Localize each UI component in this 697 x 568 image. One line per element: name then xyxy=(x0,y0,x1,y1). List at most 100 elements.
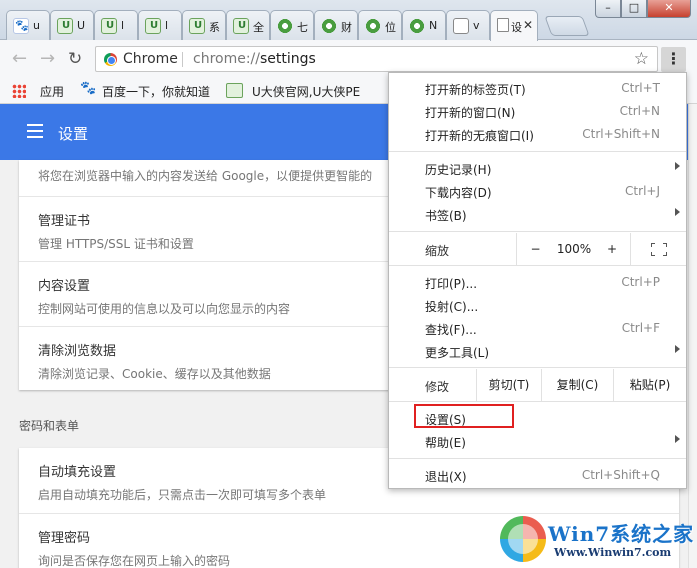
maximize-button[interactable]: □ xyxy=(621,0,647,18)
menu-label: 更多工具(L) xyxy=(425,346,490,360)
page-title: 设置 xyxy=(58,125,89,143)
omnibox-divider xyxy=(182,52,183,67)
menu-label: 历史记录(H) xyxy=(425,163,492,177)
tab-label: u xyxy=(33,19,40,32)
tab-label: l xyxy=(165,19,169,32)
menu-item-new-tab[interactable]: 打开新的标签页(T) Ctrl+T xyxy=(389,77,686,100)
menu-item-exit[interactable]: 退出(X) Ctrl+Shift+Q xyxy=(389,464,686,487)
menu-item-print[interactable]: 打印(P)... Ctrl+P xyxy=(389,271,686,294)
copy-button[interactable]: 复制(C) xyxy=(541,369,613,401)
bookmark-baidu[interactable]: 百度一下，你就知道 xyxy=(102,83,210,100)
uxia-logo-icon xyxy=(226,83,243,98)
tab-strip: u U l l 系 全 七 财 位 N v 设 ✕ xyxy=(0,0,697,41)
green-site-icon xyxy=(277,18,293,34)
omnibox-site-chip: Chrome xyxy=(123,51,178,67)
settings-highlight-box xyxy=(414,404,514,428)
tab-4[interactable]: l xyxy=(138,10,182,40)
menu-shortcut: Ctrl+P xyxy=(621,275,660,289)
new-tab-button[interactable] xyxy=(544,16,590,36)
menu-label: 帮助(E) xyxy=(425,436,466,450)
menu-item-find[interactable]: 查找(F)... Ctrl+F xyxy=(389,317,686,340)
menu-shortcut: Ctrl+Shift+Q xyxy=(581,468,660,482)
menu-item-history[interactable]: 历史记录(H) xyxy=(389,157,686,180)
url-scheme: chrome:// xyxy=(193,51,260,67)
watermark: Win7系统之家 Www.Winwin7.com xyxy=(498,514,695,566)
tab-label: 位 xyxy=(385,21,396,34)
close-button[interactable]: ✕ xyxy=(647,0,691,18)
tab-5[interactable]: 系 xyxy=(182,10,226,40)
omnibox-url[interactable]: chrome://settings xyxy=(193,51,316,67)
chrome-icon xyxy=(104,53,117,66)
tab-label: N xyxy=(429,19,438,32)
tab-settings[interactable]: 设 ✕ xyxy=(490,10,538,41)
tab-7[interactable]: 七 xyxy=(270,10,314,40)
menu-label: 下载内容(D) xyxy=(425,186,492,200)
back-button[interactable]: ← xyxy=(12,49,27,69)
cut-button[interactable]: 剪切(T) xyxy=(476,369,541,401)
uxia-logo-icon xyxy=(57,18,73,34)
paste-button[interactable]: 粘贴(P) xyxy=(613,369,686,401)
uxia-logo-icon xyxy=(101,18,117,34)
menu-item-incognito[interactable]: 打开新的无痕窗口(I) Ctrl+Shift+N xyxy=(389,123,686,146)
page-scrollbar[interactable] xyxy=(688,104,697,568)
bookmark-apps[interactable]: 应用 xyxy=(40,83,64,100)
tab-11[interactable]: v xyxy=(446,10,490,40)
uxia-logo-icon xyxy=(145,18,161,34)
submenu-arrow-icon xyxy=(675,345,680,353)
tab-10[interactable]: N xyxy=(402,10,446,40)
fullscreen-button[interactable] xyxy=(630,233,686,265)
tab-label: 设 xyxy=(511,21,522,34)
menu-divider xyxy=(389,265,686,266)
submenu-arrow-icon xyxy=(675,208,680,216)
menu-item-downloads[interactable]: 下载内容(D) Ctrl+J xyxy=(389,180,686,203)
menu-label: 打开新的标签页(T) xyxy=(425,83,526,97)
menu-divider xyxy=(389,401,686,402)
uxia-logo-icon xyxy=(189,18,205,34)
menu-item-cast[interactable]: 投射(C)... xyxy=(389,294,686,317)
menu-label: 打开新的窗口(N) xyxy=(425,106,516,120)
tab-2[interactable]: U xyxy=(50,10,94,40)
tab-label: 七 xyxy=(297,21,308,34)
tab-9[interactable]: 位 xyxy=(358,10,402,40)
green-site-icon xyxy=(365,18,381,34)
tab-8[interactable]: 财 xyxy=(314,10,358,40)
submenu-arrow-icon xyxy=(675,435,680,443)
menu-divider xyxy=(389,151,686,152)
bookmark-uxia[interactable]: U大侠官网,U大侠PE xyxy=(252,83,360,100)
tab-6[interactable]: 全 xyxy=(226,10,270,40)
tab-label: l xyxy=(121,19,125,32)
menu-divider xyxy=(389,231,686,232)
hamburger-menu-icon[interactable] xyxy=(27,124,43,138)
menu-shortcut: Ctrl+N xyxy=(619,104,660,118)
apps-grid-icon[interactable] xyxy=(12,84,26,98)
menu-shortcut: Ctrl+T xyxy=(621,81,660,95)
reload-button[interactable]: ↻ xyxy=(68,49,82,69)
zoom-level: 100% xyxy=(556,242,592,256)
tab-3[interactable]: l xyxy=(94,10,138,40)
windows-logo-icon xyxy=(500,516,546,562)
tab-1[interactable]: u xyxy=(6,10,50,40)
bookmark-star-icon[interactable]: ☆ xyxy=(634,49,649,69)
menu-item-more-tools[interactable]: 更多工具(L) xyxy=(389,340,686,363)
menu-item-help[interactable]: 帮助(E) xyxy=(389,430,686,453)
menu-shortcut: Ctrl+Shift+N xyxy=(582,127,660,141)
url-path: settings xyxy=(260,51,316,67)
tab-label: v xyxy=(473,19,480,32)
address-bar[interactable]: Chrome chrome://settings ☆ xyxy=(95,46,658,72)
green-site-icon xyxy=(409,18,425,34)
forward-button[interactable]: → xyxy=(40,49,55,69)
minimize-button[interactable]: – xyxy=(595,0,621,18)
menu-item-new-window[interactable]: 打开新的窗口(N) Ctrl+N xyxy=(389,100,686,123)
zoom-out-button[interactable]: − xyxy=(516,233,554,265)
menu-divider xyxy=(389,458,686,459)
chrome-menu-button[interactable]: ⋮ xyxy=(661,47,686,72)
zoom-in-button[interactable]: + xyxy=(594,233,630,265)
menu-shortcut: Ctrl+J xyxy=(625,184,660,198)
menu-label: 书签(B) xyxy=(425,209,467,223)
menu-item-bookmarks[interactable]: 书签(B) xyxy=(389,203,686,226)
menu-label: 投射(C)... xyxy=(425,300,479,314)
submenu-arrow-icon xyxy=(675,162,680,170)
baidu-paw-icon: 🐾 xyxy=(80,81,97,96)
green-site-icon xyxy=(321,18,337,34)
tab-close-icon[interactable]: ✕ xyxy=(523,18,533,32)
